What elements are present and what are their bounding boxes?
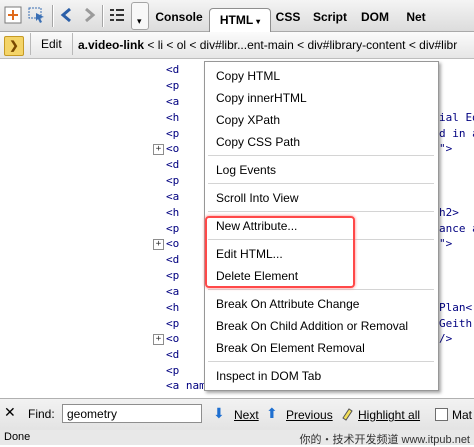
code-line[interactable]: <d [166, 348, 179, 362]
find-bar: ✕ Find: ⬇ Next ⬆ Previous Highlight all … [0, 398, 474, 431]
panel-menu-button[interactable]: ▾ [131, 2, 149, 30]
status-text: Done [4, 431, 31, 443]
firebug-icon[interactable] [4, 6, 22, 24]
chevron-down-icon: ▾ [137, 17, 142, 27]
code-line[interactable]: <o [166, 237, 179, 251]
menu-item-copy-css-path[interactable]: Copy CSS Path [216, 133, 300, 151]
code-line-tail: h2> [439, 206, 459, 219]
code-line[interactable]: <p [166, 364, 179, 378]
expand-icon[interactable]: + [153, 144, 164, 155]
code-line[interactable]: <d [166, 158, 179, 172]
code-line-tail: "> [439, 237, 453, 250]
menu-item-scroll-into-view[interactable]: Scroll Into View [216, 189, 298, 207]
code-line[interactable]: <o [166, 332, 179, 346]
code-line-tail: /> [439, 332, 453, 345]
back-icon[interactable] [58, 6, 76, 24]
menu-separator [208, 289, 434, 290]
menu-item-inspect-dom-tab[interactable]: Inspect in DOM Tab [216, 367, 321, 385]
tab-script[interactable]: Script [310, 6, 350, 28]
code-line[interactable]: <p [166, 317, 179, 331]
inspect-icon[interactable] [28, 6, 46, 24]
code-line-tail: "> [439, 142, 453, 155]
code-line[interactable]: <h [166, 301, 179, 315]
status-bar: Done 你的・技术开发频道 www.itpub.net [0, 430, 474, 446]
code-line[interactable]: <d [166, 63, 179, 77]
chevron-down-icon[interactable]: ▾ [256, 17, 260, 26]
menu-separator [208, 183, 434, 184]
match-case-checkbox[interactable] [435, 408, 448, 421]
tab-css[interactable]: CSS [273, 6, 303, 28]
find-next-label: Next [234, 408, 259, 422]
code-line-tail: ance a [439, 222, 474, 235]
menu-separator [208, 211, 434, 212]
code-line-tail: Plan< [439, 301, 473, 314]
source-icon[interactable]: ❯ [4, 36, 24, 56]
menu-item-break-child-change[interactable]: Break On Child Addition or Removal [216, 317, 408, 335]
find-previous-label: Previous [286, 408, 333, 422]
breadcrumb-bar: ❯ Edit a.video-link < li < ol < div#libr… [0, 32, 474, 59]
highlight-all-label: Highlight all [358, 408, 421, 422]
breadcrumb-path[interactable]: < li < ol < div#libr...ent-main < div#li… [144, 38, 457, 52]
code-line-tail: d in a [439, 127, 474, 140]
code-line[interactable]: <p [166, 269, 179, 283]
breadcrumb-current[interactable]: a.video-link [78, 38, 144, 52]
toolbar-separator [102, 5, 104, 27]
code-line[interactable]: <h [166, 206, 179, 220]
menu-item-copy-innerhtml[interactable]: Copy innerHTML [216, 89, 307, 107]
close-icon[interactable]: ✕ [4, 405, 16, 419]
menu-item-break-attribute-change[interactable]: Break On Attribute Change [216, 295, 359, 313]
code-line[interactable]: <a [166, 190, 179, 204]
menu-item-copy-html[interactable]: Copy HTML [216, 67, 280, 85]
forward-icon[interactable] [80, 6, 98, 24]
toolbar-separator [52, 5, 54, 27]
code-line[interactable]: <a [166, 285, 179, 299]
expand-icon[interactable]: + [153, 239, 164, 250]
code-line[interactable]: <p [166, 174, 179, 188]
tab-console[interactable]: Console [154, 6, 204, 28]
code-line[interactable]: <h [166, 111, 179, 125]
menu-item-break-element-removal[interactable]: Break On Element Removal [216, 339, 365, 357]
list-icon[interactable] [108, 6, 126, 24]
tab-net[interactable]: Net [402, 6, 430, 28]
find-previous-button[interactable]: Previous [286, 408, 333, 422]
code-line[interactable]: <p [166, 127, 179, 141]
firebug-toolbar: ▾ Console HTML ▾ CSS Script DOM Net [0, 0, 474, 32]
code-line[interactable]: <p [166, 222, 179, 236]
tab-html[interactable]: HTML ▾ [209, 8, 271, 32]
menu-separator [208, 361, 434, 362]
find-label: Find: [28, 407, 55, 421]
highlight-box [205, 216, 355, 288]
find-next-button[interactable]: Next [234, 408, 259, 422]
breadcrumb: a.video-link < li < ol < div#libr...ent-… [78, 32, 457, 58]
menu-item-log-events[interactable]: Log Events [216, 161, 276, 179]
match-case-label: Mat [452, 408, 473, 422]
highlight-all-button[interactable]: Highlight all [358, 408, 420, 422]
code-line[interactable]: <a [166, 95, 179, 109]
code-line[interactable]: <p [166, 79, 179, 93]
arrow-up-icon[interactable]: ⬆ [266, 405, 278, 421]
arrow-down-icon[interactable]: ⬇ [213, 405, 225, 421]
menu-separator [208, 155, 434, 156]
code-line[interactable]: <d [166, 253, 179, 267]
code-line-tail: ial Ed [439, 111, 474, 124]
highlighter-icon [342, 408, 353, 421]
edit-button[interactable]: Edit [30, 33, 73, 55]
expand-icon[interactable]: + [153, 334, 164, 345]
code-line[interactable]: <o [166, 142, 179, 156]
find-input[interactable] [62, 404, 202, 423]
tab-dom[interactable]: DOM [358, 6, 392, 28]
code-line-tail: Geith [439, 317, 473, 330]
menu-item-copy-xpath[interactable]: Copy XPath [216, 111, 280, 129]
